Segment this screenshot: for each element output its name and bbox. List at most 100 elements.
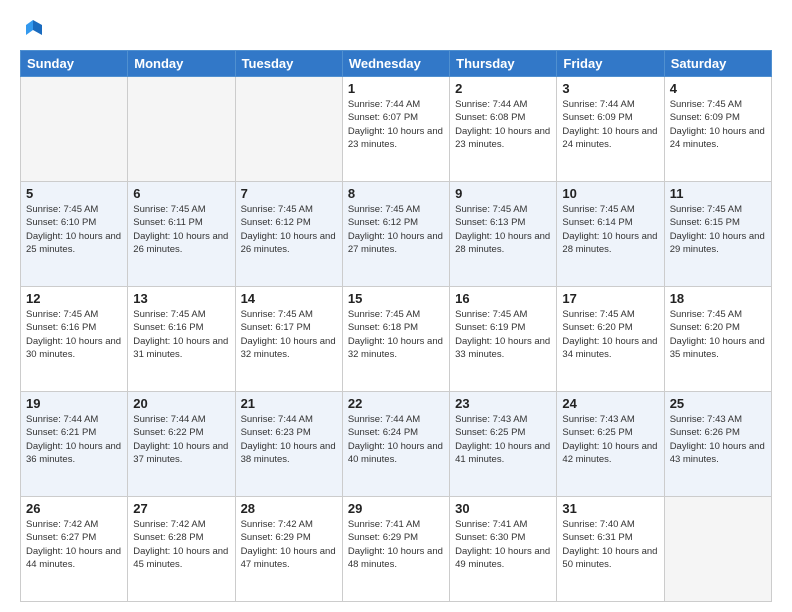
- day-info: Sunrise: 7:44 AM Sunset: 6:22 PM Dayligh…: [133, 413, 229, 466]
- calendar-cell: 20 Sunrise: 7:44 AM Sunset: 6:22 PM Dayli…: [128, 392, 235, 497]
- day-info: Sunrise: 7:43 AM Sunset: 6:25 PM Dayligh…: [455, 413, 551, 466]
- calendar-cell: 14Sunrise: 7:45 AM Sunset: 6:17 PM Dayli…: [235, 287, 342, 392]
- day-number: 14: [241, 291, 337, 306]
- day-info: Sunrise: 7:44 AM Sunset: 6:07 PM Dayligh…: [348, 98, 444, 151]
- day-number: 20: [133, 396, 229, 411]
- day-info: Sunrise: 7:45 AM Sunset: 6:11 PM Dayligh…: [133, 203, 229, 256]
- day-info: Sunrise: 7:45 AM Sunset: 6:12 PM Dayligh…: [348, 203, 444, 256]
- day-number: 30: [455, 501, 551, 516]
- weekday-header-row: SundayMondayTuesdayWednesdayThursdayFrid…: [21, 51, 772, 77]
- calendar-cell: 19Sunrise: 7:44 AM Sunset: 6:21 PM Dayli…: [21, 392, 128, 497]
- day-info: Sunrise: 7:44 AM Sunset: 6:08 PM Dayligh…: [455, 98, 551, 151]
- calendar-cell: [128, 77, 235, 182]
- page: SundayMondayTuesdayWednesdayThursdayFrid…: [0, 0, 792, 612]
- day-number: 27: [133, 501, 229, 516]
- calendar-week-row: 26 Sunrise: 7:42 AM Sunset: 6:27 PM Dayli…: [21, 497, 772, 602]
- weekday-header: Sunday: [21, 51, 128, 77]
- day-info: Sunrise: 7:42 AM Sunset: 6:27 PM Dayligh…: [26, 518, 122, 571]
- calendar-cell: 16Sunrise: 7:45 AM Sunset: 6:19 PM Dayli…: [450, 287, 557, 392]
- day-number: 8: [348, 186, 444, 201]
- day-info: Sunrise: 7:41 AM Sunset: 6:30 PM Dayligh…: [455, 518, 551, 571]
- header: [20, 18, 772, 40]
- day-number: 2: [455, 81, 551, 96]
- calendar-cell: [664, 497, 771, 602]
- calendar-cell: 30 Sunrise: 7:41 AM Sunset: 6:30 PM Dayli…: [450, 497, 557, 602]
- day-number: 17: [562, 291, 658, 306]
- day-number: 16: [455, 291, 551, 306]
- day-info: Sunrise: 7:45 AM Sunset: 6:12 PM Dayligh…: [241, 203, 337, 256]
- weekday-header: Thursday: [450, 51, 557, 77]
- day-number: 26: [26, 501, 122, 516]
- weekday-header: Saturday: [664, 51, 771, 77]
- day-info: Sunrise: 7:44 AM Sunset: 6:23 PM Dayligh…: [241, 413, 337, 466]
- day-info: Sunrise: 7:45 AM Sunset: 6:10 PM Dayligh…: [26, 203, 122, 256]
- calendar-cell: [235, 77, 342, 182]
- day-info: Sunrise: 7:45 AM Sunset: 6:14 PM Dayligh…: [562, 203, 658, 256]
- calendar-cell: 21 Sunrise: 7:44 AM Sunset: 6:23 PM Dayli…: [235, 392, 342, 497]
- calendar-cell: 31Sunrise: 7:40 AM Sunset: 6:31 PM Dayli…: [557, 497, 664, 602]
- day-number: 10: [562, 186, 658, 201]
- day-info: Sunrise: 7:45 AM Sunset: 6:13 PM Dayligh…: [455, 203, 551, 256]
- calendar-cell: 6Sunrise: 7:45 AM Sunset: 6:11 PM Daylig…: [128, 182, 235, 287]
- logo: [20, 18, 44, 40]
- calendar-cell: 24 Sunrise: 7:43 AM Sunset: 6:25 PM Dayli…: [557, 392, 664, 497]
- calendar-cell: 17 Sunrise: 7:45 AM Sunset: 6:20 PM Dayli…: [557, 287, 664, 392]
- day-number: 13: [133, 291, 229, 306]
- weekday-header: Wednesday: [342, 51, 449, 77]
- day-number: 11: [670, 186, 766, 201]
- calendar-cell: 29 Sunrise: 7:41 AM Sunset: 6:29 PM Dayli…: [342, 497, 449, 602]
- calendar-cell: 1 Sunrise: 7:44 AM Sunset: 6:07 PM Daylig…: [342, 77, 449, 182]
- calendar-cell: 15 Sunrise: 7:45 AM Sunset: 6:18 PM Dayli…: [342, 287, 449, 392]
- day-info: Sunrise: 7:44 AM Sunset: 6:24 PM Dayligh…: [348, 413, 444, 466]
- day-info: Sunrise: 7:45 AM Sunset: 6:09 PM Dayligh…: [670, 98, 766, 151]
- day-info: Sunrise: 7:42 AM Sunset: 6:28 PM Dayligh…: [133, 518, 229, 571]
- day-number: 22: [348, 396, 444, 411]
- calendar-cell: 10 Sunrise: 7:45 AM Sunset: 6:14 PM Dayli…: [557, 182, 664, 287]
- day-number: 19: [26, 396, 122, 411]
- calendar-cell: 5 Sunrise: 7:45 AM Sunset: 6:10 PM Daylig…: [21, 182, 128, 287]
- weekday-header: Tuesday: [235, 51, 342, 77]
- day-info: Sunrise: 7:45 AM Sunset: 6:20 PM Dayligh…: [670, 308, 766, 361]
- day-number: 18: [670, 291, 766, 306]
- calendar-cell: 27 Sunrise: 7:42 AM Sunset: 6:28 PM Dayli…: [128, 497, 235, 602]
- day-number: 4: [670, 81, 766, 96]
- calendar-week-row: 12Sunrise: 7:45 AM Sunset: 6:16 PM Dayli…: [21, 287, 772, 392]
- day-number: 28: [241, 501, 337, 516]
- logo-flag-icon: [22, 18, 44, 40]
- day-number: 3: [562, 81, 658, 96]
- day-number: 1: [348, 81, 444, 96]
- day-info: Sunrise: 7:43 AM Sunset: 6:25 PM Dayligh…: [562, 413, 658, 466]
- day-number: 5: [26, 186, 122, 201]
- day-number: 15: [348, 291, 444, 306]
- calendar-table: SundayMondayTuesdayWednesdayThursdayFrid…: [20, 50, 772, 602]
- calendar-cell: [21, 77, 128, 182]
- day-info: Sunrise: 7:41 AM Sunset: 6:29 PM Dayligh…: [348, 518, 444, 571]
- calendar-cell: 18 Sunrise: 7:45 AM Sunset: 6:20 PM Dayli…: [664, 287, 771, 392]
- day-info: Sunrise: 7:45 AM Sunset: 6:18 PM Dayligh…: [348, 308, 444, 361]
- day-info: Sunrise: 7:45 AM Sunset: 6:16 PM Dayligh…: [26, 308, 122, 361]
- day-number: 9: [455, 186, 551, 201]
- day-number: 21: [241, 396, 337, 411]
- day-info: Sunrise: 7:45 AM Sunset: 6:15 PM Dayligh…: [670, 203, 766, 256]
- calendar-cell: 7 Sunrise: 7:45 AM Sunset: 6:12 PM Daylig…: [235, 182, 342, 287]
- calendar-week-row: 19Sunrise: 7:44 AM Sunset: 6:21 PM Dayli…: [21, 392, 772, 497]
- calendar-cell: 25Sunrise: 7:43 AM Sunset: 6:26 PM Dayli…: [664, 392, 771, 497]
- calendar-cell: 3 Sunrise: 7:44 AM Sunset: 6:09 PM Daylig…: [557, 77, 664, 182]
- calendar-cell: 8 Sunrise: 7:45 AM Sunset: 6:12 PM Daylig…: [342, 182, 449, 287]
- day-info: Sunrise: 7:44 AM Sunset: 6:09 PM Dayligh…: [562, 98, 658, 151]
- calendar-cell: 23 Sunrise: 7:43 AM Sunset: 6:25 PM Dayli…: [450, 392, 557, 497]
- calendar-cell: 28 Sunrise: 7:42 AM Sunset: 6:29 PM Dayli…: [235, 497, 342, 602]
- calendar-cell: 26 Sunrise: 7:42 AM Sunset: 6:27 PM Dayli…: [21, 497, 128, 602]
- day-number: 24: [562, 396, 658, 411]
- day-info: Sunrise: 7:43 AM Sunset: 6:26 PM Dayligh…: [670, 413, 766, 466]
- calendar-week-row: 1 Sunrise: 7:44 AM Sunset: 6:07 PM Daylig…: [21, 77, 772, 182]
- day-info: Sunrise: 7:42 AM Sunset: 6:29 PM Dayligh…: [241, 518, 337, 571]
- calendar-cell: 9 Sunrise: 7:45 AM Sunset: 6:13 PM Daylig…: [450, 182, 557, 287]
- day-number: 23: [455, 396, 551, 411]
- day-number: 31: [562, 501, 658, 516]
- calendar-cell: 2 Sunrise: 7:44 AM Sunset: 6:08 PM Daylig…: [450, 77, 557, 182]
- day-number: 7: [241, 186, 337, 201]
- calendar-week-row: 5 Sunrise: 7:45 AM Sunset: 6:10 PM Daylig…: [21, 182, 772, 287]
- day-number: 29: [348, 501, 444, 516]
- day-info: Sunrise: 7:45 AM Sunset: 6:20 PM Dayligh…: [562, 308, 658, 361]
